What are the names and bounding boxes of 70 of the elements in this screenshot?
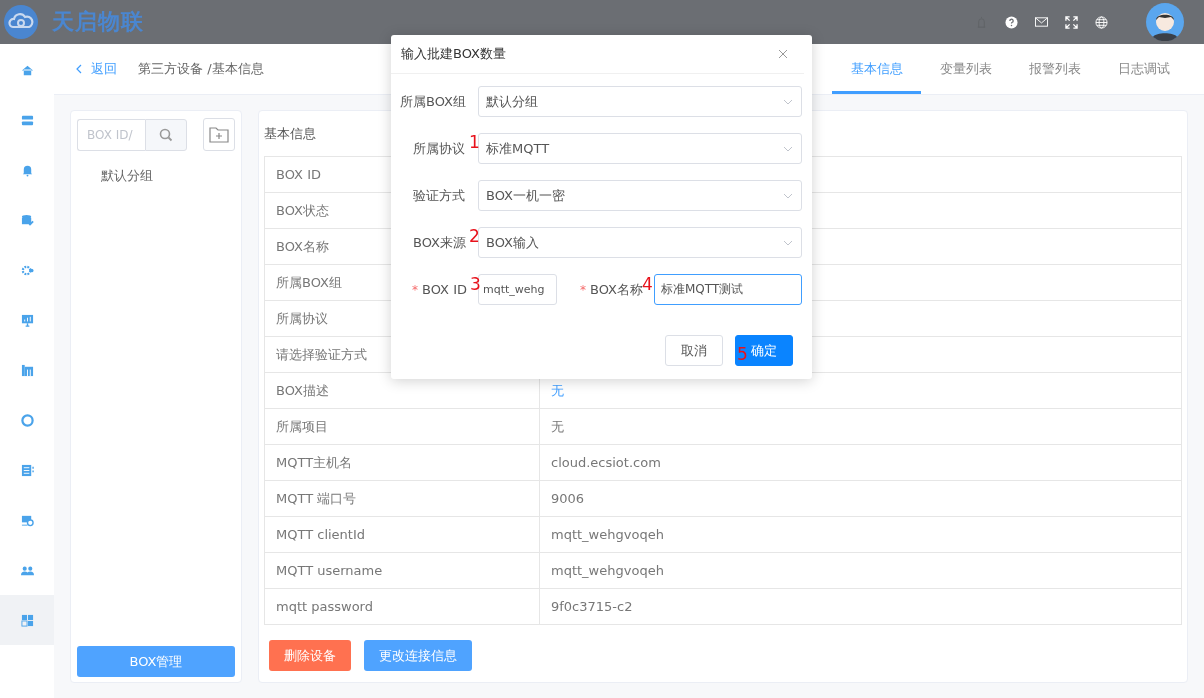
brand-name: 天启物联 xyxy=(52,8,144,36)
help-icon[interactable] xyxy=(1005,15,1018,29)
select-field[interactable]: BOX输入 xyxy=(478,227,802,258)
ring-icon xyxy=(20,413,34,427)
chevron-down-icon xyxy=(783,192,793,199)
dialog-title: 输入批建BOX数量 xyxy=(401,45,506,63)
required-mark: * xyxy=(412,282,418,297)
cancel-button[interactable]: 取消 xyxy=(665,335,723,366)
document-list-icon xyxy=(20,463,34,477)
annotation-number: 1 xyxy=(469,134,480,151)
table-cell: 9f0c3715-c2 xyxy=(540,589,1182,624)
folder-plus-icon xyxy=(209,126,230,143)
tab[interactable]: 变量列表 xyxy=(921,44,1010,94)
search-button[interactable] xyxy=(145,118,188,151)
database-icon xyxy=(20,213,34,227)
close-icon xyxy=(778,49,788,59)
search-field[interactable]: BOX ID/ xyxy=(77,118,145,151)
table-cell: cloud.ecsiot.com xyxy=(540,445,1182,480)
annotation-number: 5 xyxy=(737,346,748,363)
chevron-left-icon xyxy=(76,64,82,74)
select-field[interactable]: BOX一机一密 xyxy=(478,180,802,211)
table-cell: MQTT 端口号 xyxy=(265,481,540,516)
mail-icon[interactable] xyxy=(1035,17,1048,27)
nav-item[interactable] xyxy=(0,595,54,645)
tab[interactable]: 日志调试 xyxy=(1099,44,1188,94)
home-icon xyxy=(20,63,34,77)
add-folder-button[interactable] xyxy=(203,118,235,151)
select-field[interactable]: 默认分组 xyxy=(478,86,802,117)
screen-gear-icon xyxy=(20,513,34,527)
field-label: BOX ID xyxy=(422,282,467,297)
chevron-down-icon xyxy=(783,239,793,246)
table-cell: mqtt_wehgvoqeh xyxy=(540,517,1182,552)
fullscreen-icon[interactable] xyxy=(1065,15,1078,29)
action-button[interactable]: 删除设备 xyxy=(269,640,351,671)
table-cell: 所属项目 xyxy=(265,409,540,444)
breadcrumb: 第三方设备 /基本信息 xyxy=(138,60,264,78)
table-cell: mqtt_wehgvoqeh xyxy=(540,553,1182,588)
table-cell: 无 xyxy=(540,409,1182,444)
select-field[interactable]: 标准MQTT xyxy=(478,133,802,164)
table-cell: 9006 xyxy=(540,481,1182,516)
field-label: 所属协议 xyxy=(413,139,465,158)
monitor-chart-icon xyxy=(20,313,34,327)
cloud-logo-icon xyxy=(4,5,38,39)
field-label: BOX来源 xyxy=(413,233,466,252)
field-label: 所属BOX组 xyxy=(400,92,466,111)
table-cell: MQTT主机名 xyxy=(265,445,540,480)
search-icon xyxy=(159,127,174,142)
server-icon xyxy=(20,113,34,127)
action-button[interactable]: 更改连接信息 xyxy=(364,640,472,671)
tree-item[interactable]: 默认分组 xyxy=(101,167,235,185)
globe-icon[interactable] xyxy=(1095,15,1108,29)
table-cell: MQTT username xyxy=(265,553,540,588)
close-button[interactable] xyxy=(778,49,788,59)
tab[interactable]: 报警列表 xyxy=(1010,44,1099,94)
required-mark: * xyxy=(580,282,586,297)
back-link[interactable]: 返回 xyxy=(76,60,117,78)
annotation-number: 4 xyxy=(642,276,653,293)
bar-columns-icon xyxy=(20,363,34,377)
grid-icon xyxy=(20,613,34,627)
chevron-down-icon xyxy=(783,98,793,105)
field-label: BOX名称 xyxy=(590,281,643,299)
table-cell: MQTT clientId xyxy=(265,517,540,552)
annotation-number: 2 xyxy=(469,228,480,245)
chevron-down-icon xyxy=(783,145,793,152)
user-avatar[interactable] xyxy=(1146,3,1184,41)
input-field[interactable]: 标准MQTT测试 xyxy=(654,274,802,305)
table-cell: mqtt password xyxy=(265,589,540,624)
panel-title: 基本信息 xyxy=(264,125,316,143)
box-manage-button[interactable]: BOX管理 xyxy=(77,646,235,677)
annotation-number: 3 xyxy=(470,276,481,293)
